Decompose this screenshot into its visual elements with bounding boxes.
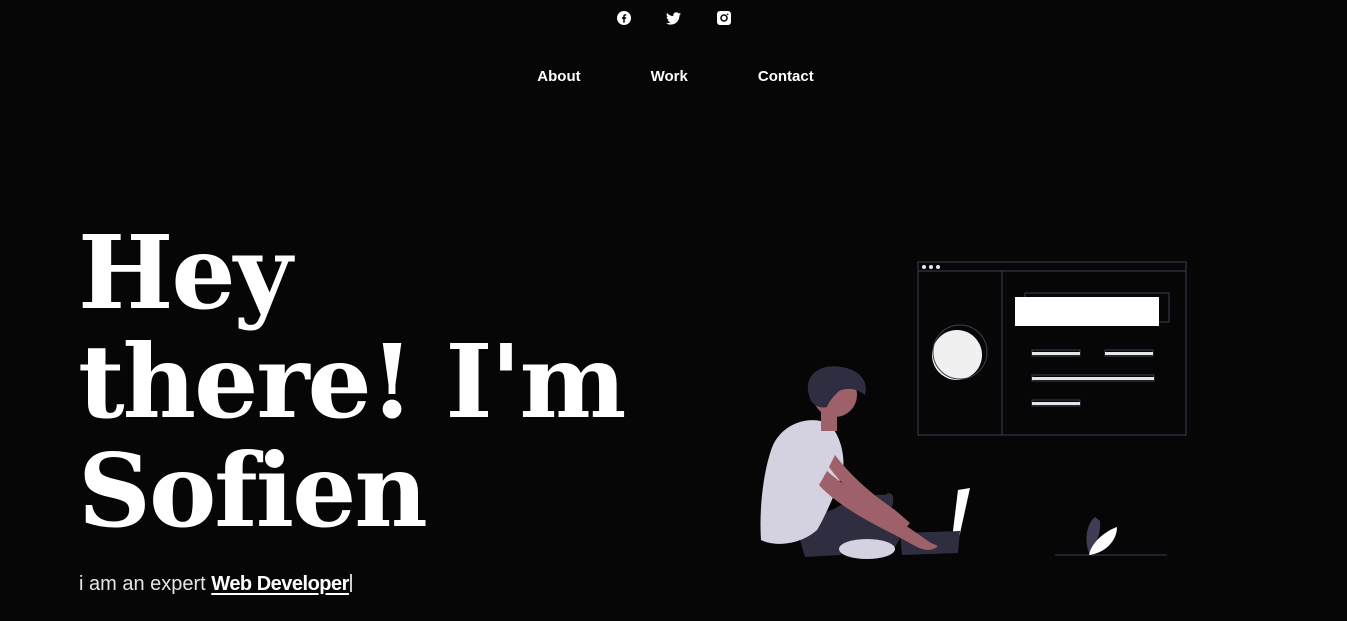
hero-heading: Hey there! I'm Sofien — [78, 218, 718, 545]
typing-cursor — [349, 574, 352, 592]
twitter-icon — [666, 11, 681, 25]
hero-heading-line-2: there! I'm — [78, 322, 626, 441]
main-nav: About Work Contact — [0, 68, 1347, 85]
person-graphic — [760, 366, 970, 559]
twitter-link[interactable] — [665, 9, 683, 27]
typed-role: Web Developer — [211, 573, 349, 595]
hero-section: Hey there! I'm Sofien — [78, 218, 718, 545]
developer-illustration — [760, 261, 1187, 559]
instagram-icon — [716, 11, 731, 25]
plant-graphic — [1055, 517, 1167, 556]
browser-window-graphic — [917, 261, 1187, 436]
hero-tagline: i am an expert Web Developer — [79, 573, 352, 596]
landing-page: About Work Contact Hey there! I'm Sofien… — [0, 0, 1347, 621]
social-links — [0, 9, 1347, 27]
facebook-icon — [616, 11, 631, 25]
tagline-prefix: i am an expert — [79, 573, 212, 595]
facebook-link[interactable] — [615, 9, 633, 27]
nav-work[interactable]: Work — [651, 68, 688, 85]
hero-heading-line-1: Hey — [78, 213, 292, 332]
nav-contact[interactable]: Contact — [758, 68, 814, 85]
instagram-link[interactable] — [715, 9, 733, 27]
hero-heading-line-3: Sofien — [78, 431, 428, 550]
nav-about[interactable]: About — [537, 68, 580, 85]
